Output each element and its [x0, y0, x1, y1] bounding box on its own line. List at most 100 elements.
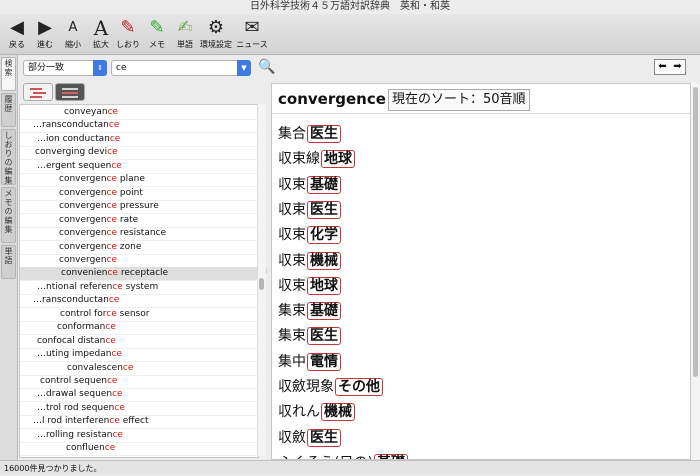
tab-bookmark-edit[interactable]: しおりの編集 [1, 129, 16, 185]
result-text: conveyan [64, 107, 108, 117]
translation-entry[interactable]: 集合 医生 [278, 124, 341, 144]
tab-history[interactable]: 履歴 [1, 93, 16, 127]
result-match-highlight: ce [104, 443, 116, 454]
result-row[interactable]: confluence [20, 442, 258, 457]
divider [272, 113, 690, 114]
result-row[interactable]: convenience receptacle [20, 267, 258, 282]
result-match-highlight: ce [107, 147, 118, 158]
result-row[interactable]: converging device [20, 146, 258, 161]
result-text: confluen [66, 443, 105, 454]
translation-entry[interactable]: ふくそう(目の)基礎 [278, 453, 408, 459]
field-badge: 機械 [321, 403, 355, 422]
chevron-down-icon: ▼ [237, 60, 251, 76]
translation-entry[interactable]: 収束線 地球 [278, 149, 355, 169]
result-row[interactable]: convergence rate [20, 214, 258, 228]
result-row[interactable]: conformance [20, 321, 258, 336]
result-text: control sequen [40, 376, 107, 386]
result-text: …drawal sequen [37, 389, 113, 400]
field-badge: 化学 [307, 226, 341, 245]
list-mode-collapsed-button[interactable] [23, 83, 53, 101]
sort-order-label[interactable]: 現在のソート：50音順 [388, 89, 530, 111]
translation-entry[interactable]: 収束 医生 [278, 200, 341, 220]
result-row[interactable]: …ransconductance [20, 294, 258, 309]
field-badge: 基礎 [307, 175, 341, 194]
translation-entry[interactable]: 収束 機械 [278, 251, 341, 271]
result-row[interactable]: convergence zone [20, 241, 258, 255]
result-text-suffix: system [122, 281, 159, 292]
result-match-highlight: ce [107, 107, 119, 117]
translation-entry[interactable]: 収束 基礎 [278, 175, 341, 195]
settings-label: 環境設定 [200, 40, 232, 49]
translation-entry[interactable]: 収斂現象 その他 [278, 377, 383, 397]
window-title: 日外科学技術４５万語対訳辞典 英和・和英 [250, 1, 450, 12]
result-match-highlight: ce [109, 133, 121, 144]
result-row[interactable]: …ntional reference system [20, 281, 258, 295]
tab-search[interactable]: 検索 [1, 57, 16, 91]
translation-entry[interactable]: 収れん 機械 [278, 402, 355, 422]
grip-icon: ⦙ [266, 268, 268, 275]
result-row[interactable]: convergence pressure [20, 200, 258, 215]
result-text-suffix: plane [117, 174, 145, 185]
result-row[interactable]: convergence point [20, 187, 258, 201]
field-badge: 医生 [307, 428, 341, 447]
list-mode-expanded-button[interactable] [55, 83, 85, 101]
translation-entry[interactable]: 集束 医生 [278, 326, 341, 346]
field-badge: 医生 [307, 125, 341, 143]
translation-entry[interactable]: 収斂 医生 [278, 428, 341, 448]
result-match-highlight: ce [111, 349, 122, 360]
news-button[interactable]: ✉ ニュース [234, 16, 270, 50]
result-row[interactable]: control force sensor [20, 308, 258, 322]
translation-entry[interactable]: 収束 化学 [278, 225, 341, 245]
result-row[interactable]: convergence resistance [20, 227, 258, 242]
result-row[interactable]: …ransconductance [20, 119, 258, 134]
settings-button[interactable]: ⚙ 環境設定 [198, 16, 234, 50]
result-text: control for [60, 308, 107, 319]
result-match-highlight: ce [114, 402, 125, 413]
result-text: conforman [57, 322, 106, 333]
status-bar: 16000件見つかりました。 [0, 460, 700, 475]
result-text-suffix: rate [117, 214, 139, 225]
result-text-suffix: resistance [117, 228, 167, 239]
mailbox-icon: ✉ [244, 17, 260, 38]
match-mode-select[interactable]: 部分一致 ⇕ [23, 60, 107, 76]
list-mode-buttons [17, 83, 267, 105]
result-text: …ransconductan [33, 295, 109, 306]
result-row[interactable]: …trol rod sequence [20, 402, 258, 416]
next-arrow-icon[interactable]: ➡ [670, 60, 685, 74]
result-row[interactable]: …drawal sequence [20, 388, 258, 403]
search-icon[interactable]: 🔍 [258, 59, 275, 75]
translation-term: 集合 [278, 126, 306, 142]
result-row[interactable]: confocal distance [20, 335, 258, 349]
field-badge: 地球 [321, 150, 355, 169]
result-text: …ransconductan [33, 120, 109, 131]
tab-wordbook[interactable]: 単語 [1, 245, 16, 279]
result-row[interactable]: …rolling resistance [20, 429, 258, 443]
result-row[interactable]: convergence plane [20, 173, 258, 188]
field-badge: 医生 [307, 200, 341, 219]
match-mode-value: 部分一致 [28, 63, 65, 73]
wordbook-button[interactable]: ✍ 単語 [168, 16, 202, 50]
scroll-thumb[interactable] [259, 278, 264, 290]
translation-term: 収束 [278, 176, 306, 193]
search-input[interactable]: ce ▼ [111, 60, 251, 76]
translation-entry[interactable]: 集束 基礎 [278, 301, 341, 321]
detail-pane: convergence 現在のソート：50音順 集合 医生 収束線 地球 収束 基礎 収束医… [271, 83, 691, 460]
result-row[interactable]: …l rod interference effect [20, 415, 258, 430]
result-row[interactable]: convalescence [20, 362, 258, 376]
result-row[interactable]: …ergent sequence [20, 160, 258, 174]
result-list[interactable]: conveyance …ransconductance …ion conductan… [19, 104, 259, 458]
result-row[interactable]: convergence [20, 254, 258, 268]
result-match-highlight: ce [112, 389, 123, 400]
result-match-highlight: ce [106, 308, 117, 319]
prev-arrow-icon[interactable]: ⬅ [655, 60, 670, 74]
result-row[interactable]: …ion conductance [20, 133, 258, 147]
result-row[interactable]: conveyance [20, 106, 258, 120]
result-row[interactable]: control sequence [20, 375, 258, 389]
result-text: convergen [59, 214, 107, 225]
tab-memo-edit[interactable]: メモの編集 [1, 187, 16, 243]
result-row[interactable]: …uting impedance [20, 348, 258, 363]
scroll-thumb[interactable] [693, 87, 698, 377]
detail-scrollbar[interactable] [691, 83, 700, 460]
translation-entry[interactable]: 集中 電情 [278, 352, 341, 372]
translation-entry[interactable]: 収束 地球 [278, 276, 341, 296]
